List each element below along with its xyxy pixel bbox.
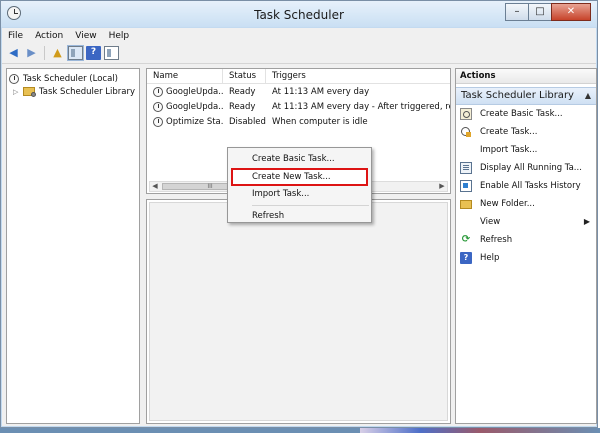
- tree-item-root[interactable]: Task Scheduler (Local): [7, 72, 139, 85]
- submenu-arrow-icon: ▶: [583, 217, 590, 226]
- toolbar-separator: [44, 46, 45, 60]
- actions-title: Actions: [456, 69, 596, 84]
- menu-item-create-new-task[interactable]: Create New Task...: [231, 168, 368, 186]
- display-running-icon: [460, 162, 472, 174]
- task-trigger: At 11:13 AM every day - After triggered,…: [272, 101, 450, 112]
- taskbar-strip: [0, 428, 600, 433]
- task-trigger: At 11:13 AM every day: [272, 86, 370, 97]
- column-header-triggers[interactable]: Triggers: [266, 69, 450, 83]
- action-label: New Folder...: [480, 199, 535, 209]
- refresh-icon: ⟳: [461, 234, 471, 245]
- create-task-icon: [460, 126, 472, 138]
- context-menu: Create Basic Task... Create New Task... …: [227, 147, 372, 223]
- menu-item-create-basic-task[interactable]: Create Basic Task...: [228, 152, 371, 167]
- blank-icon: [460, 216, 472, 228]
- menu-bar: File Action View Help: [2, 28, 596, 43]
- action-label: View: [480, 217, 501, 227]
- blank-icon: [460, 144, 472, 156]
- action-create-task[interactable]: Create Task...: [456, 123, 596, 141]
- task-status: Ready: [229, 86, 256, 97]
- task-name-cell: GoogleUpda...: [147, 86, 223, 97]
- task-trigger: When computer is idle: [272, 116, 368, 127]
- action-label: Import Task...: [480, 145, 538, 155]
- actions-section-label: Task Scheduler Library: [461, 90, 574, 101]
- minimize-button[interactable]: –: [505, 3, 529, 21]
- action-view[interactable]: View ▶: [456, 213, 596, 231]
- folder-icon: [23, 87, 36, 97]
- maximize-button[interactable]: □: [528, 3, 552, 21]
- task-name: GoogleUpda...: [166, 86, 223, 97]
- collapse-arrow-icon[interactable]: ▲: [585, 88, 591, 104]
- action-label: Create Task...: [480, 127, 538, 137]
- title-bar[interactable]: Task Scheduler – □ ✕: [1, 1, 597, 27]
- task-name: Optimize Sta...: [166, 116, 223, 127]
- tree-library-label: Task Scheduler Library: [39, 86, 136, 97]
- action-new-folder[interactable]: New Folder...: [456, 195, 596, 213]
- close-button[interactable]: ✕: [551, 3, 591, 21]
- scroll-left-icon[interactable]: ◀: [150, 182, 160, 191]
- help-icon[interactable]: ?: [86, 46, 101, 60]
- task-name-cell: GoogleUpda...: [147, 101, 223, 112]
- menu-item-refresh[interactable]: Refresh: [228, 209, 371, 224]
- action-help[interactable]: ? Help: [456, 249, 596, 267]
- clock-icon: [153, 116, 163, 127]
- center-pane: Name Status Triggers GoogleUpda... Ready…: [146, 68, 451, 424]
- back-arrow-icon[interactable]: ◀: [6, 46, 21, 60]
- column-header-status[interactable]: Status: [223, 69, 266, 83]
- table-row[interactable]: GoogleUpda... Ready At 11:13 AM every da…: [147, 84, 450, 99]
- show-hide-console-tree-icon[interactable]: [67, 45, 84, 61]
- action-label: Help: [480, 253, 500, 263]
- column-header-name[interactable]: Name: [147, 69, 223, 83]
- menu-item-import-task[interactable]: Import Task...: [228, 187, 371, 202]
- tree-root-label: Task Scheduler (Local): [23, 73, 118, 84]
- menu-action[interactable]: Action: [29, 31, 69, 41]
- action-label: Enable All Tasks History: [480, 181, 581, 191]
- console-tree: Task Scheduler (Local) ▷ Task Scheduler …: [6, 68, 140, 424]
- task-list-header: Name Status Triggers: [147, 69, 450, 84]
- menu-help[interactable]: Help: [103, 31, 136, 41]
- action-enable-history[interactable]: Enable All Tasks History: [456, 177, 596, 195]
- detail-area: [149, 202, 448, 421]
- table-row[interactable]: GoogleUpda... Ready At 11:13 AM every da…: [147, 99, 450, 114]
- history-icon: [460, 180, 472, 192]
- folder-icon: [460, 199, 472, 209]
- scroll-right-icon[interactable]: ▶: [437, 182, 447, 191]
- task-status: Disabled: [229, 116, 266, 127]
- window-controls: – □ ✕: [505, 3, 591, 21]
- show-hide-action-pane-icon[interactable]: [104, 46, 119, 60]
- forward-arrow-icon[interactable]: ▶: [24, 46, 39, 60]
- tree-item-library[interactable]: ▷ Task Scheduler Library: [7, 85, 139, 98]
- task-name-cell: Optimize Sta...: [147, 116, 223, 127]
- create-basic-task-icon: [460, 108, 472, 120]
- actions-section-header[interactable]: Task Scheduler Library ▲: [456, 87, 596, 105]
- table-row[interactable]: Optimize Sta... Disabled When computer i…: [147, 114, 450, 129]
- main-content: Task Scheduler (Local) ▷ Task Scheduler …: [2, 64, 597, 426]
- action-create-basic-task[interactable]: Create Basic Task...: [456, 105, 596, 123]
- task-status: Ready: [229, 101, 256, 112]
- clock-icon: [153, 101, 163, 112]
- task-scheduler-window: Task Scheduler – □ ✕ File Action View He…: [0, 0, 598, 428]
- task-name: GoogleUpda...: [166, 101, 223, 112]
- menu-file[interactable]: File: [2, 31, 29, 41]
- toolbar: ◀ ▶ ▲ ?: [2, 43, 596, 64]
- clock-icon: [9, 73, 19, 84]
- menu-view[interactable]: View: [69, 31, 102, 41]
- expand-arrow-icon[interactable]: ▷: [13, 88, 21, 96]
- action-label: Refresh: [480, 235, 513, 245]
- action-label: Display All Running Ta...: [480, 163, 582, 173]
- help-icon: ?: [460, 252, 472, 264]
- action-label: Create Basic Task...: [480, 109, 563, 119]
- action-import-task[interactable]: Import Task...: [456, 141, 596, 159]
- up-folder-icon[interactable]: ▲: [50, 46, 65, 60]
- actions-pane: Actions Task Scheduler Library ▲ Create …: [455, 68, 597, 424]
- menu-separator: [252, 205, 369, 206]
- action-refresh[interactable]: ⟳ Refresh: [456, 231, 596, 249]
- clock-icon: [153, 86, 163, 97]
- action-display-running[interactable]: Display All Running Ta...: [456, 159, 596, 177]
- task-detail-pane: [146, 199, 451, 424]
